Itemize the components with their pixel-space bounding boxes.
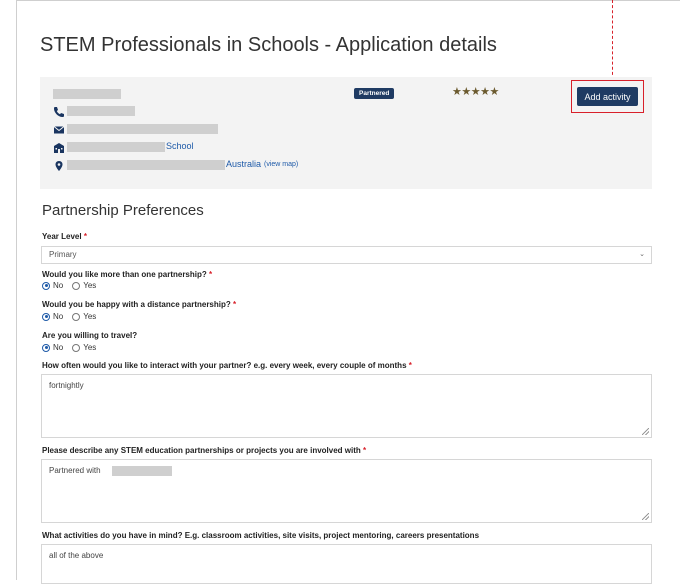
travel-label: Are you willing to travel? — [42, 331, 138, 340]
interact-label: How often would you like to interact wit… — [42, 361, 412, 370]
year-level-value: Primary — [49, 250, 77, 259]
travel-yes-radio[interactable] — [72, 343, 81, 352]
applicant-card: School Australia (view map) Partnered ★★… — [40, 77, 652, 189]
applicant-name-redacted — [53, 89, 121, 99]
describe-textarea[interactable]: Partnered with — [41, 459, 652, 523]
activities-textarea[interactable]: all of the above — [41, 544, 652, 584]
travel-radios: No Yes — [42, 343, 96, 352]
more-than-one-label: Would you like more than one partnership… — [42, 270, 213, 279]
describe-label: Please describe any STEM education partn… — [42, 446, 367, 455]
add-activity-button[interactable]: Add activity — [577, 87, 638, 106]
address-redacted — [67, 160, 225, 170]
rating-stars: ★★★★★ — [452, 86, 499, 98]
partnership-preferences-heading: Partnership Preferences — [42, 202, 204, 219]
activities-label: What activities do you have in mind? E.g… — [42, 531, 480, 540]
interact-value: fortnightly — [49, 381, 84, 390]
resize-grip-icon[interactable] — [642, 513, 649, 520]
describe-value: Partnered with — [49, 466, 101, 475]
add-activity-highlight: Add activity — [571, 80, 644, 113]
year-level-select[interactable]: Primary ⌄ — [41, 246, 652, 264]
annotation-dashed-line — [612, 0, 613, 80]
activities-value: all of the above — [49, 551, 104, 560]
year-level-label: Year Level * — [42, 232, 87, 241]
envelope-icon — [53, 124, 65, 136]
phone-redacted — [67, 106, 135, 116]
country-label: Australia — [226, 159, 262, 169]
email-redacted — [67, 124, 218, 134]
distance-radios: No Yes — [42, 312, 96, 321]
map-marker-icon — [53, 160, 65, 172]
phone-icon — [53, 106, 65, 118]
more-than-one-yes-radio[interactable] — [72, 281, 81, 290]
school-name-redacted — [67, 142, 165, 152]
partnered-badge: Partnered — [354, 88, 395, 99]
distance-yes-radio[interactable] — [72, 312, 81, 321]
school-icon — [53, 142, 65, 154]
distance-no-radio[interactable] — [42, 312, 50, 321]
view-map-link[interactable]: (view map) — [264, 161, 298, 168]
distance-label: Would you be happy with a distance partn… — [42, 300, 237, 309]
more-than-one-no-radio[interactable] — [42, 281, 50, 290]
page-title: STEM Professionals in Schools - Applicat… — [40, 34, 497, 56]
school-link[interactable]: School — [166, 141, 194, 151]
partner-name-redacted — [112, 466, 172, 476]
more-than-one-radios: No Yes — [42, 281, 96, 290]
interact-textarea[interactable]: fortnightly — [41, 374, 652, 438]
travel-no-radio[interactable] — [42, 343, 50, 352]
resize-grip-icon[interactable] — [642, 428, 649, 435]
chevron-down-icon: ⌄ — [639, 251, 645, 258]
